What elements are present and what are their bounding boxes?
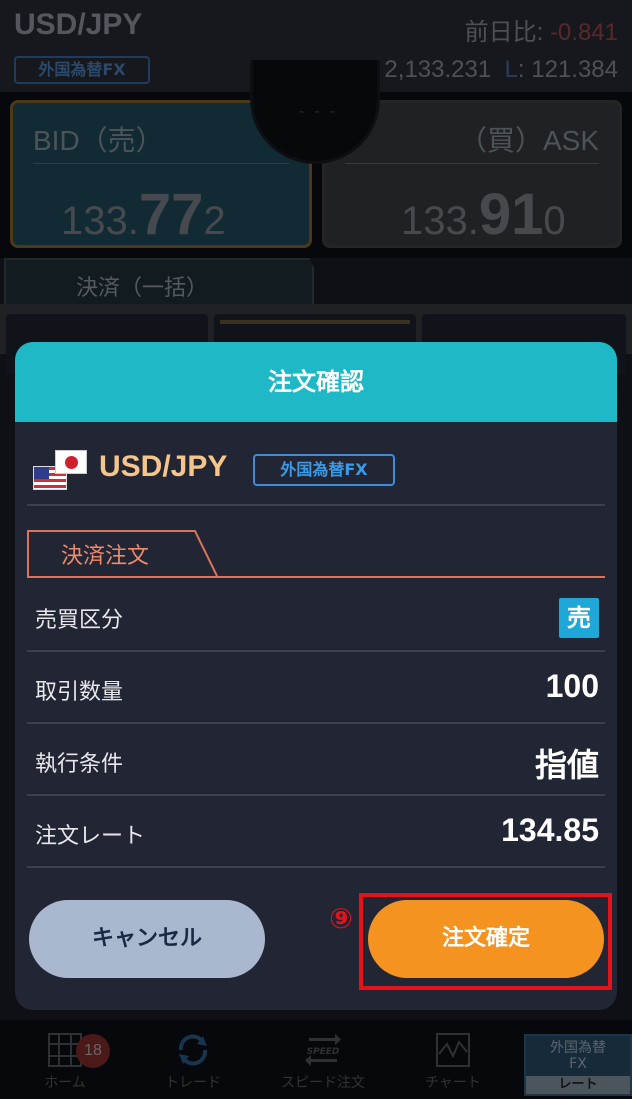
row-quantity: 取引数量 100 (27, 652, 605, 724)
row-rate: 注文レート 134.85 (27, 796, 605, 868)
row-label: 取引数量 (35, 680, 124, 705)
cancel-button[interactable]: キャンセル (29, 900, 265, 978)
row-label: 注文レート (35, 824, 146, 849)
dialog-currency-pair: USD/JPY (99, 450, 228, 483)
sell-badge: 売 (559, 598, 599, 638)
dialog-header: 注文確認 (15, 342, 617, 422)
tab-underline (27, 576, 605, 578)
divider (27, 504, 605, 506)
quantity-value: 100 (545, 668, 599, 704)
instrument-info: USD/JPY 外国為替FX (33, 448, 453, 492)
step-number: ⑨ (329, 902, 353, 935)
divider (27, 866, 605, 868)
execution-value: 指値 (534, 747, 599, 783)
row-label: 売買区分 (35, 608, 124, 633)
dialog-product-tag: 外国為替FX (253, 454, 395, 486)
rate-value: 134.85 (501, 812, 599, 848)
row-execution: 執行条件 指値 (27, 724, 605, 796)
highlight-callout (359, 893, 612, 990)
row-side: 売買区分 売 (27, 580, 605, 652)
order-type-label: 決済注文 (61, 544, 150, 569)
order-type-tab: 決済注文 (27, 530, 218, 577)
dialog-title: 注文確認 (268, 368, 364, 396)
jp-flag-icon (55, 450, 87, 474)
row-label: 執行条件 (35, 752, 124, 777)
